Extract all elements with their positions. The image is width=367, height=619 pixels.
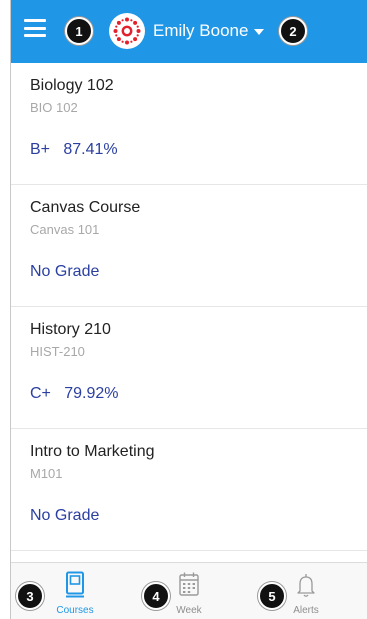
course-name: History 210 — [30, 321, 111, 338]
menu-icon[interactable] — [24, 19, 46, 37]
user-switch-dropdown[interactable]: Emily Boone — [153, 19, 265, 43]
callout-1: 1 — [65, 17, 93, 45]
course-code: BIO 102 — [30, 100, 78, 115]
course-grade: No Grade — [30, 507, 100, 524]
course-code: HIST-210 — [30, 344, 85, 359]
courses-icon — [64, 571, 86, 604]
course-grade: No Grade — [30, 263, 100, 280]
course-name: Canvas Course — [30, 199, 141, 216]
canvas-logo-icon — [113, 17, 141, 45]
callout-3: 3 — [16, 582, 44, 610]
course-name: Intro to Marketing — [30, 443, 155, 460]
course-list: Biology 102 BIO 102 B+ 87.41% Canvas Cou… — [11, 63, 367, 551]
course-card-canvas[interactable]: Canvas Course Canvas 101 No Grade — [11, 185, 367, 307]
course-name: Biology 102 — [30, 77, 114, 94]
canvas-logo-avatar[interactable] — [109, 13, 145, 49]
tab-label: Courses — [56, 605, 94, 616]
course-grade: C+ 79.92% — [30, 385, 119, 402]
caret-down-icon — [254, 29, 265, 35]
callout-4: 4 — [142, 582, 170, 610]
course-card-marketing[interactable]: Intro to Marketing M101 No Grade — [11, 429, 367, 551]
tab-courses[interactable]: Courses — [35, 563, 115, 619]
callout-5: 5 — [258, 582, 286, 610]
course-code: Canvas 101 — [30, 222, 100, 237]
callout-2: 2 — [279, 17, 307, 45]
user-name: Emily Boone — [153, 21, 249, 40]
course-code: M101 — [30, 466, 63, 481]
bell-icon — [295, 571, 317, 604]
course-grade: B+ 87.41% — [30, 141, 118, 158]
calendar-icon — [178, 571, 200, 604]
app-frame: Emily Boone Biology 102 BIO 102 B+ 87.41… — [10, 0, 367, 619]
course-card-history[interactable]: History 210 HIST-210 C+ 79.92% — [11, 307, 367, 429]
course-card-biology[interactable]: Biology 102 BIO 102 B+ 87.41% — [11, 63, 367, 185]
bottom-tab-bar: Courses Week Alerts — [11, 562, 367, 619]
